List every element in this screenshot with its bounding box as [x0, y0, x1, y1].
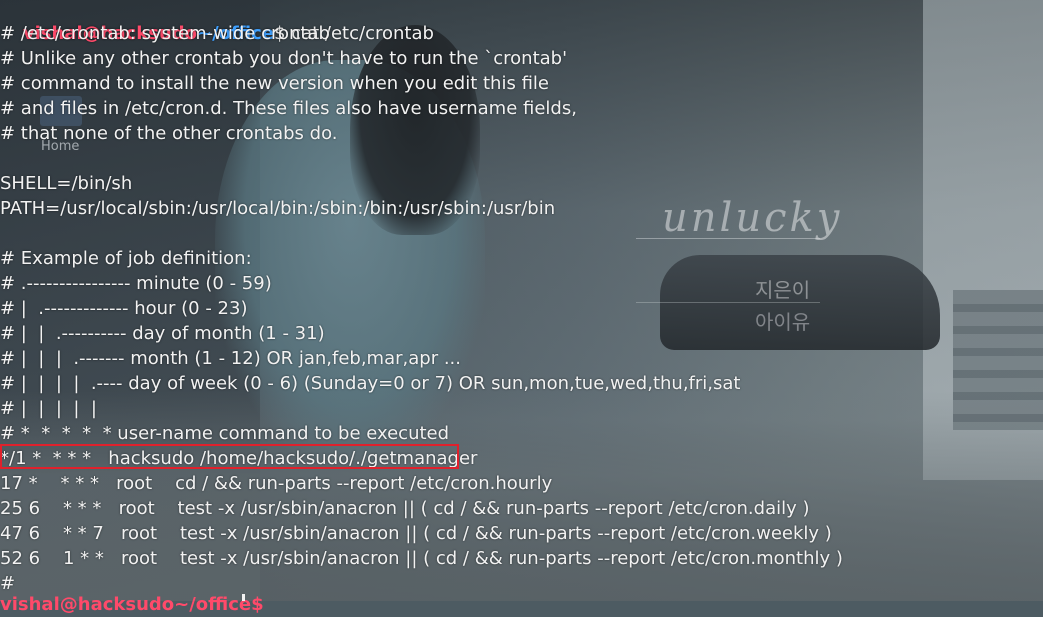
output-line: # Unlike any other crontab you don't hav…	[0, 48, 568, 69]
output-line: # | | .---------- day of month (1 - 31)	[0, 323, 325, 344]
output-line: # | | | | |	[0, 398, 97, 419]
output-line: # and files in /etc/cron.d. These files …	[0, 98, 577, 119]
output-line: # Example of job definition:	[0, 248, 252, 269]
output-line: # /etc/crontab: system-wide crontab	[0, 23, 330, 44]
output-line: # .---------------- minute (0 - 59)	[0, 273, 272, 294]
output-line: # * * * * * user-name command to be exec…	[0, 423, 450, 444]
next-prompt: vishal@hacksudo~/office$	[0, 594, 264, 615]
output-line: # | .------------- hour (0 - 23)	[0, 298, 248, 319]
output-line: # | | | .------- month (1 - 12) OR jan,f…	[0, 348, 461, 369]
terminal-window[interactable]: vishal@hacksudo~/office$ cat /etc/cronta…	[0, 0, 1043, 615]
highlight-annotation-box	[0, 444, 459, 469]
output-line: 47 6 * * 7 root test -x /usr/sbin/anacro…	[0, 523, 832, 544]
output-line: SHELL=/bin/sh	[0, 173, 133, 194]
output-line: # command to install the new version whe…	[0, 73, 549, 94]
output-line: PATH=/usr/local/sbin:/usr/local/bin:/sbi…	[0, 198, 556, 219]
output-line: # | | | | .---- day of week (0 - 6) (Sun…	[0, 373, 741, 394]
output-line: # that none of the other crontabs do.	[0, 123, 338, 144]
command-prompt-line: vishal@hacksudo~/office$ cat /etc/cronta…	[0, 0, 434, 44]
output-line: 25 6 * * * root test -x /usr/sbin/anacro…	[0, 498, 810, 519]
output-line: 52 6 1 * * root test -x /usr/sbin/anacro…	[0, 548, 843, 569]
output-line: 17 * * * * root cd / && run-parts --repo…	[0, 473, 553, 494]
text-cursor[interactable]	[242, 594, 245, 601]
